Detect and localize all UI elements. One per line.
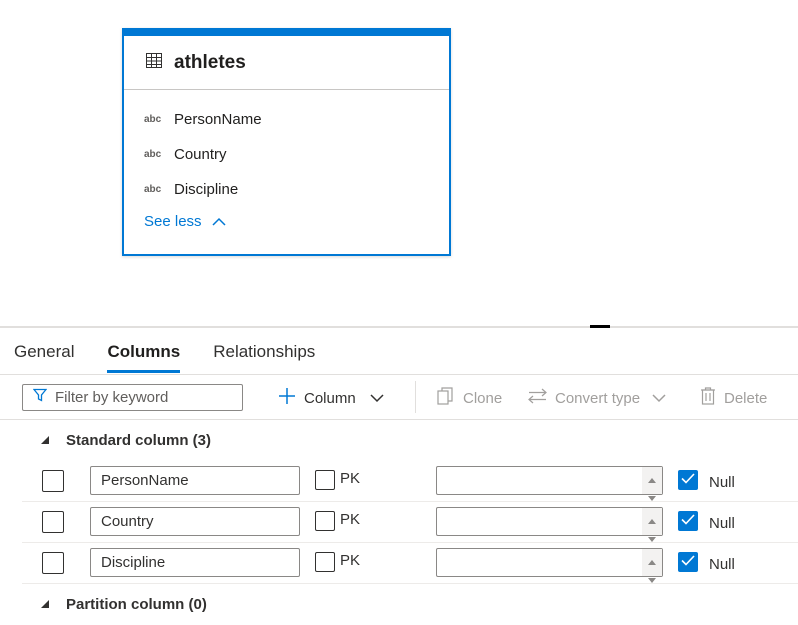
column-name-input[interactable]: PersonName [90, 466, 300, 495]
column-name-input[interactable]: Country [90, 507, 300, 536]
pk-checkbox[interactable] [315, 552, 335, 572]
null-checkbox[interactable] [678, 511, 698, 531]
chevron-down-icon[interactable] [370, 390, 384, 407]
clone-icon [437, 387, 455, 409]
tab-columns[interactable]: Columns [107, 342, 181, 373]
filter-input[interactable] [55, 389, 225, 406]
filter-box[interactable] [22, 384, 243, 411]
collapse-triangle-icon [40, 432, 50, 449]
toolbar-divider [415, 381, 416, 413]
spin-up-icon[interactable] [648, 552, 656, 570]
partition-column-group-label: Partition column (0) [66, 596, 207, 613]
null-checkbox[interactable] [678, 470, 698, 490]
delete-button[interactable]: Delete [700, 383, 767, 413]
entity-column-list: abc PersonName abc Country abc Disciplin… [124, 90, 449, 207]
panel-splitter[interactable] [0, 326, 798, 328]
entity-card-header: athletes [124, 36, 449, 90]
null-label: Null [709, 556, 735, 573]
tab-general[interactable]: General [14, 342, 74, 373]
delete-label: Delete [724, 389, 768, 407]
table-row: Country PK Null [22, 502, 798, 543]
clone-button[interactable]: Clone [437, 383, 502, 413]
entity-column-item[interactable]: abc Country [124, 137, 449, 172]
trash-icon [700, 387, 716, 409]
null-label: Null [709, 474, 735, 491]
spin-buttons[interactable] [642, 467, 662, 501]
pk-label: PK [340, 511, 361, 528]
entity-column-item[interactable]: abc Discipline [124, 172, 449, 207]
spin-buttons[interactable] [642, 549, 662, 583]
row-select-checkbox[interactable] [42, 552, 64, 574]
string-type-icon: abc [144, 184, 162, 195]
collapse-triangle-icon [40, 596, 50, 613]
convert-type-button[interactable]: Convert type [528, 383, 666, 413]
null-checkbox[interactable] [678, 552, 698, 572]
entity-title: athletes [174, 51, 246, 73]
clone-label: Clone [463, 389, 503, 407]
pk-checkbox[interactable] [315, 511, 335, 531]
row-select-checkbox[interactable] [42, 511, 64, 533]
column-name-input[interactable]: Discipline [90, 548, 300, 577]
tab-relationships[interactable]: Relationships [213, 342, 315, 373]
entity-column-name: Discipline [174, 181, 239, 198]
checkmark-icon [681, 512, 695, 530]
entity-column-name: Country [174, 146, 227, 163]
add-column-label: Column [304, 389, 356, 407]
plus-icon [278, 387, 296, 409]
splitter-grip[interactable] [590, 325, 610, 328]
convert-type-label: Convert type [555, 389, 641, 407]
pk-checkbox[interactable] [315, 470, 335, 490]
spin-down-icon[interactable] [648, 570, 656, 588]
null-label: Null [709, 515, 735, 532]
entity-card-athletes[interactable]: athletes abc PersonName abc Country abc … [122, 28, 451, 256]
spin-buttons[interactable] [642, 508, 662, 542]
row-select-checkbox[interactable] [42, 470, 64, 492]
chevron-down-icon [652, 390, 666, 407]
filter-icon [32, 388, 48, 407]
add-column-button[interactable]: Column [278, 383, 384, 413]
checkmark-icon [681, 553, 695, 571]
table-row: Discipline PK Null [22, 543, 798, 584]
string-type-icon: abc [144, 114, 162, 125]
chevron-up-icon [202, 213, 226, 230]
pk-label: PK [340, 470, 361, 487]
string-type-icon: abc [144, 149, 162, 160]
length-input[interactable] [436, 466, 663, 501]
standard-column-group-label: Standard column (3) [66, 432, 212, 449]
table-row: PersonName PK Null [22, 461, 798, 502]
partition-column-group-header[interactable]: Partition column (0) [40, 596, 207, 613]
entity-column-name: PersonName [174, 111, 262, 128]
see-less-link[interactable]: See less [124, 213, 449, 230]
checkmark-icon [681, 471, 695, 489]
standard-column-group-header[interactable]: Standard column (3) [40, 432, 211, 449]
columns-toolbar: Column Clone Convert type Delete [0, 374, 798, 420]
table-icon [146, 52, 162, 73]
see-less-label: See less [144, 213, 202, 230]
length-input[interactable] [436, 507, 663, 542]
length-input[interactable] [436, 548, 663, 583]
spin-up-icon[interactable] [648, 511, 656, 529]
spin-up-icon[interactable] [648, 470, 656, 488]
pk-label: PK [340, 552, 361, 569]
entity-column-item[interactable]: abc PersonName [124, 102, 449, 137]
properties-tabs: General Columns Relationships [14, 342, 348, 373]
convert-icon [528, 388, 547, 408]
